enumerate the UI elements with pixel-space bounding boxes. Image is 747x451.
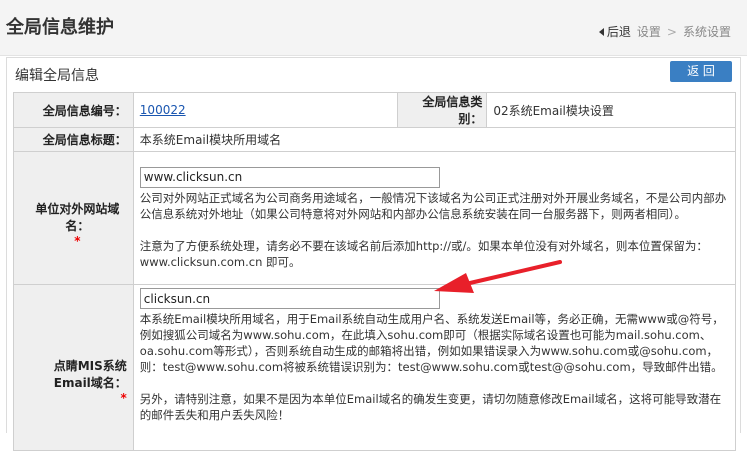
category-label: 全局信息类别： xyxy=(397,92,488,128)
email-domain-label-line2: Email域名： xyxy=(53,375,127,390)
form-row-id: 全局信息编号： 100022 全局信息类别： 02系统Email模块设置 xyxy=(13,92,736,128)
form-row-email-domain: 点睛MIS系统 Email域名： * 本系统Email模块所用域名，用于Emai… xyxy=(13,284,737,451)
website-domain-desc-2: 注意为了方便系统处理，请务必不要在该域名前后添加http://或/。如果本单位没… xyxy=(139,238,708,269)
website-domain-label-cell: 单位对外网站域名： * xyxy=(13,151,134,285)
page-title: 全局信息维护 xyxy=(6,17,114,38)
website-domain-description: 公司对外网站正式域名为公司商务用途域名，一般情况下该域名为公司正式注册对外开展业… xyxy=(140,190,729,270)
title-label: 全局信息标题： xyxy=(13,127,134,152)
title-value: 本系统Email模块所用域名 xyxy=(132,127,737,152)
email-domain-input[interactable] xyxy=(139,288,440,309)
back-link[interactable]: 后退 xyxy=(598,23,631,40)
required-mark: * xyxy=(120,390,127,405)
email-domain-cell: 本系统Email模块所用域名，用于Email系统自动生成用户名、系统发送Emai… xyxy=(132,284,737,451)
form-row-website-domain: 单位对外网站域名： * 公司对外网站正式域名为公司商务用途域名，一般情况下该域名… xyxy=(13,151,737,285)
id-value-link[interactable]: 100022 xyxy=(140,103,186,117)
id-label: 全局信息编号： xyxy=(13,92,134,128)
website-domain-input[interactable] xyxy=(139,166,440,188)
website-domain-cell: 公司对外网站正式域名为公司商务用途域名，一般情况下该域名为公司正式注册对外开展业… xyxy=(132,151,737,285)
panel-title: 编辑全局信息 xyxy=(15,68,99,84)
form-row-title: 全局信息标题： 本系统Email模块所用域名 xyxy=(13,127,737,152)
id-value-cell: 100022 xyxy=(132,92,399,128)
email-domain-description: 本系统Email模块所用域名，用于Email系统自动生成用户名、系统发送Emai… xyxy=(140,311,729,423)
email-domain-label-line1: 点睛MIS系统 xyxy=(53,358,127,373)
edit-panel: 编辑全局信息 返 回 全局信息编号： 100022 全局信息类别： 02系统Em… xyxy=(6,57,741,451)
crumb-separator: > xyxy=(666,24,677,39)
crumb-settings[interactable]: 设置 xyxy=(637,23,661,40)
top-bar: 全局信息维护 后退 设置 > 系统设置 xyxy=(0,0,747,56)
website-domain-label: 单位对外网站域名： xyxy=(35,202,120,233)
return-button[interactable]: 返 回 xyxy=(670,61,732,82)
breadcrumb: 后退 设置 > 系统设置 xyxy=(598,23,731,40)
back-link-label: 后退 xyxy=(606,25,631,39)
email-domain-desc-2: 另外，请特别注意，如果不是因为本单位Email域名的确发生变更，请切勿随意修改E… xyxy=(139,392,722,422)
website-domain-desc-1: 公司对外网站正式域名为公司商务用途域名，一般情况下该域名为公司正式注册对外开展业… xyxy=(139,190,727,221)
crumb-system-settings[interactable]: 系统设置 xyxy=(683,23,731,40)
email-domain-label-cell: 点睛MIS系统 Email域名： * xyxy=(13,284,134,451)
email-domain-desc-1: 本系统Email模块所用域名，用于Email系统自动生成用户名、系统发送Emai… xyxy=(139,312,724,374)
panel-header: 编辑全局信息 返 回 xyxy=(7,58,740,88)
back-arrow-icon xyxy=(598,27,604,36)
required-mark: * xyxy=(74,234,81,248)
global-info-form: 全局信息编号： 100022 全局信息类别： 02系统Email模块设置 全局信… xyxy=(13,92,737,451)
category-value: 02系统Email模块设置 xyxy=(486,92,736,128)
